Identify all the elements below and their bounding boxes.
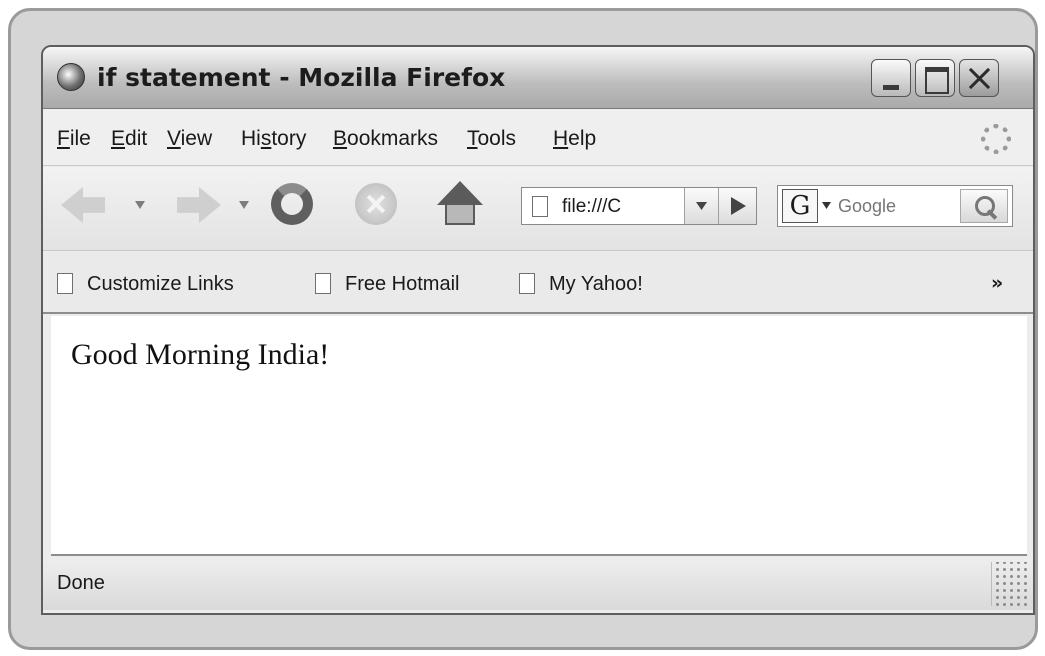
back-history-dropdown-icon[interactable] [135,201,145,209]
navigation-toolbar: file:///C G [43,167,1033,251]
search-input[interactable] [838,190,956,222]
forward-history-dropdown-icon[interactable] [239,201,249,209]
page-icon [57,273,73,294]
page-text: Good Morning India! [71,338,330,371]
status-text: Done [57,572,105,594]
address-bar[interactable]: file:///C [521,187,757,225]
bookmarks-overflow-button[interactable]: » [991,272,1003,294]
firefox-icon [57,63,85,91]
throbber-icon [981,124,1011,154]
menu-edit[interactable]: Edit [111,127,147,151]
bookmark-customize-links[interactable]: Customize Links [57,272,307,298]
menu-tools[interactable]: Tools [467,127,516,151]
menu-bookmarks[interactable]: Bookmarks [333,127,438,151]
title-bar[interactable]: if statement - Mozilla Firefox [43,47,1033,109]
go-icon[interactable] [718,188,756,224]
menu-file[interactable]: File [57,127,91,151]
dropdown-icon[interactable] [684,188,718,224]
menu-bar: File Edit View History Bookmarks Tools H… [43,110,1033,166]
page-icon [315,273,331,294]
window-title: if statement - Mozilla Firefox [97,63,506,92]
back-arrow-icon[interactable] [61,187,105,223]
stop-icon[interactable] [355,183,397,225]
page-icon [519,273,535,294]
screenshot-frame: if statement - Mozilla Firefox File Edit… [8,8,1038,650]
google-icon[interactable]: G [782,189,818,223]
forward-arrow-icon[interactable] [177,187,221,223]
bookmark-free-hotmail[interactable]: Free Hotmail [315,272,515,298]
menu-history[interactable]: History [241,127,306,151]
search-icon[interactable] [960,189,1008,223]
engine-dropdown-icon[interactable] [822,202,831,209]
bookmark-label: Free Hotmail [345,273,460,295]
resize-grip-icon[interactable] [991,562,1029,606]
page-icon [532,196,548,217]
maximize-icon[interactable] [915,59,955,97]
bookmark-label: Customize Links [87,273,234,295]
bookmark-label: My Yahoo! [549,273,643,295]
menu-help[interactable]: Help [553,127,596,151]
home-icon[interactable] [437,181,483,227]
page-content: Good Morning India! [51,316,1027,556]
search-bar: G [777,185,1013,227]
status-bar: Done [43,558,1033,610]
bookmark-my-yahoo[interactable]: My Yahoo! [519,272,689,298]
bookmarks-toolbar: Customize Links Free Hotmail My Yahoo! » [43,252,1033,314]
reload-icon[interactable] [271,183,313,225]
close-icon[interactable] [959,59,999,97]
url-text[interactable]: file:///C [562,196,684,218]
menu-view[interactable]: View [167,127,212,151]
minimize-icon[interactable] [871,59,911,97]
browser-window: if statement - Mozilla Firefox File Edit… [41,45,1035,615]
